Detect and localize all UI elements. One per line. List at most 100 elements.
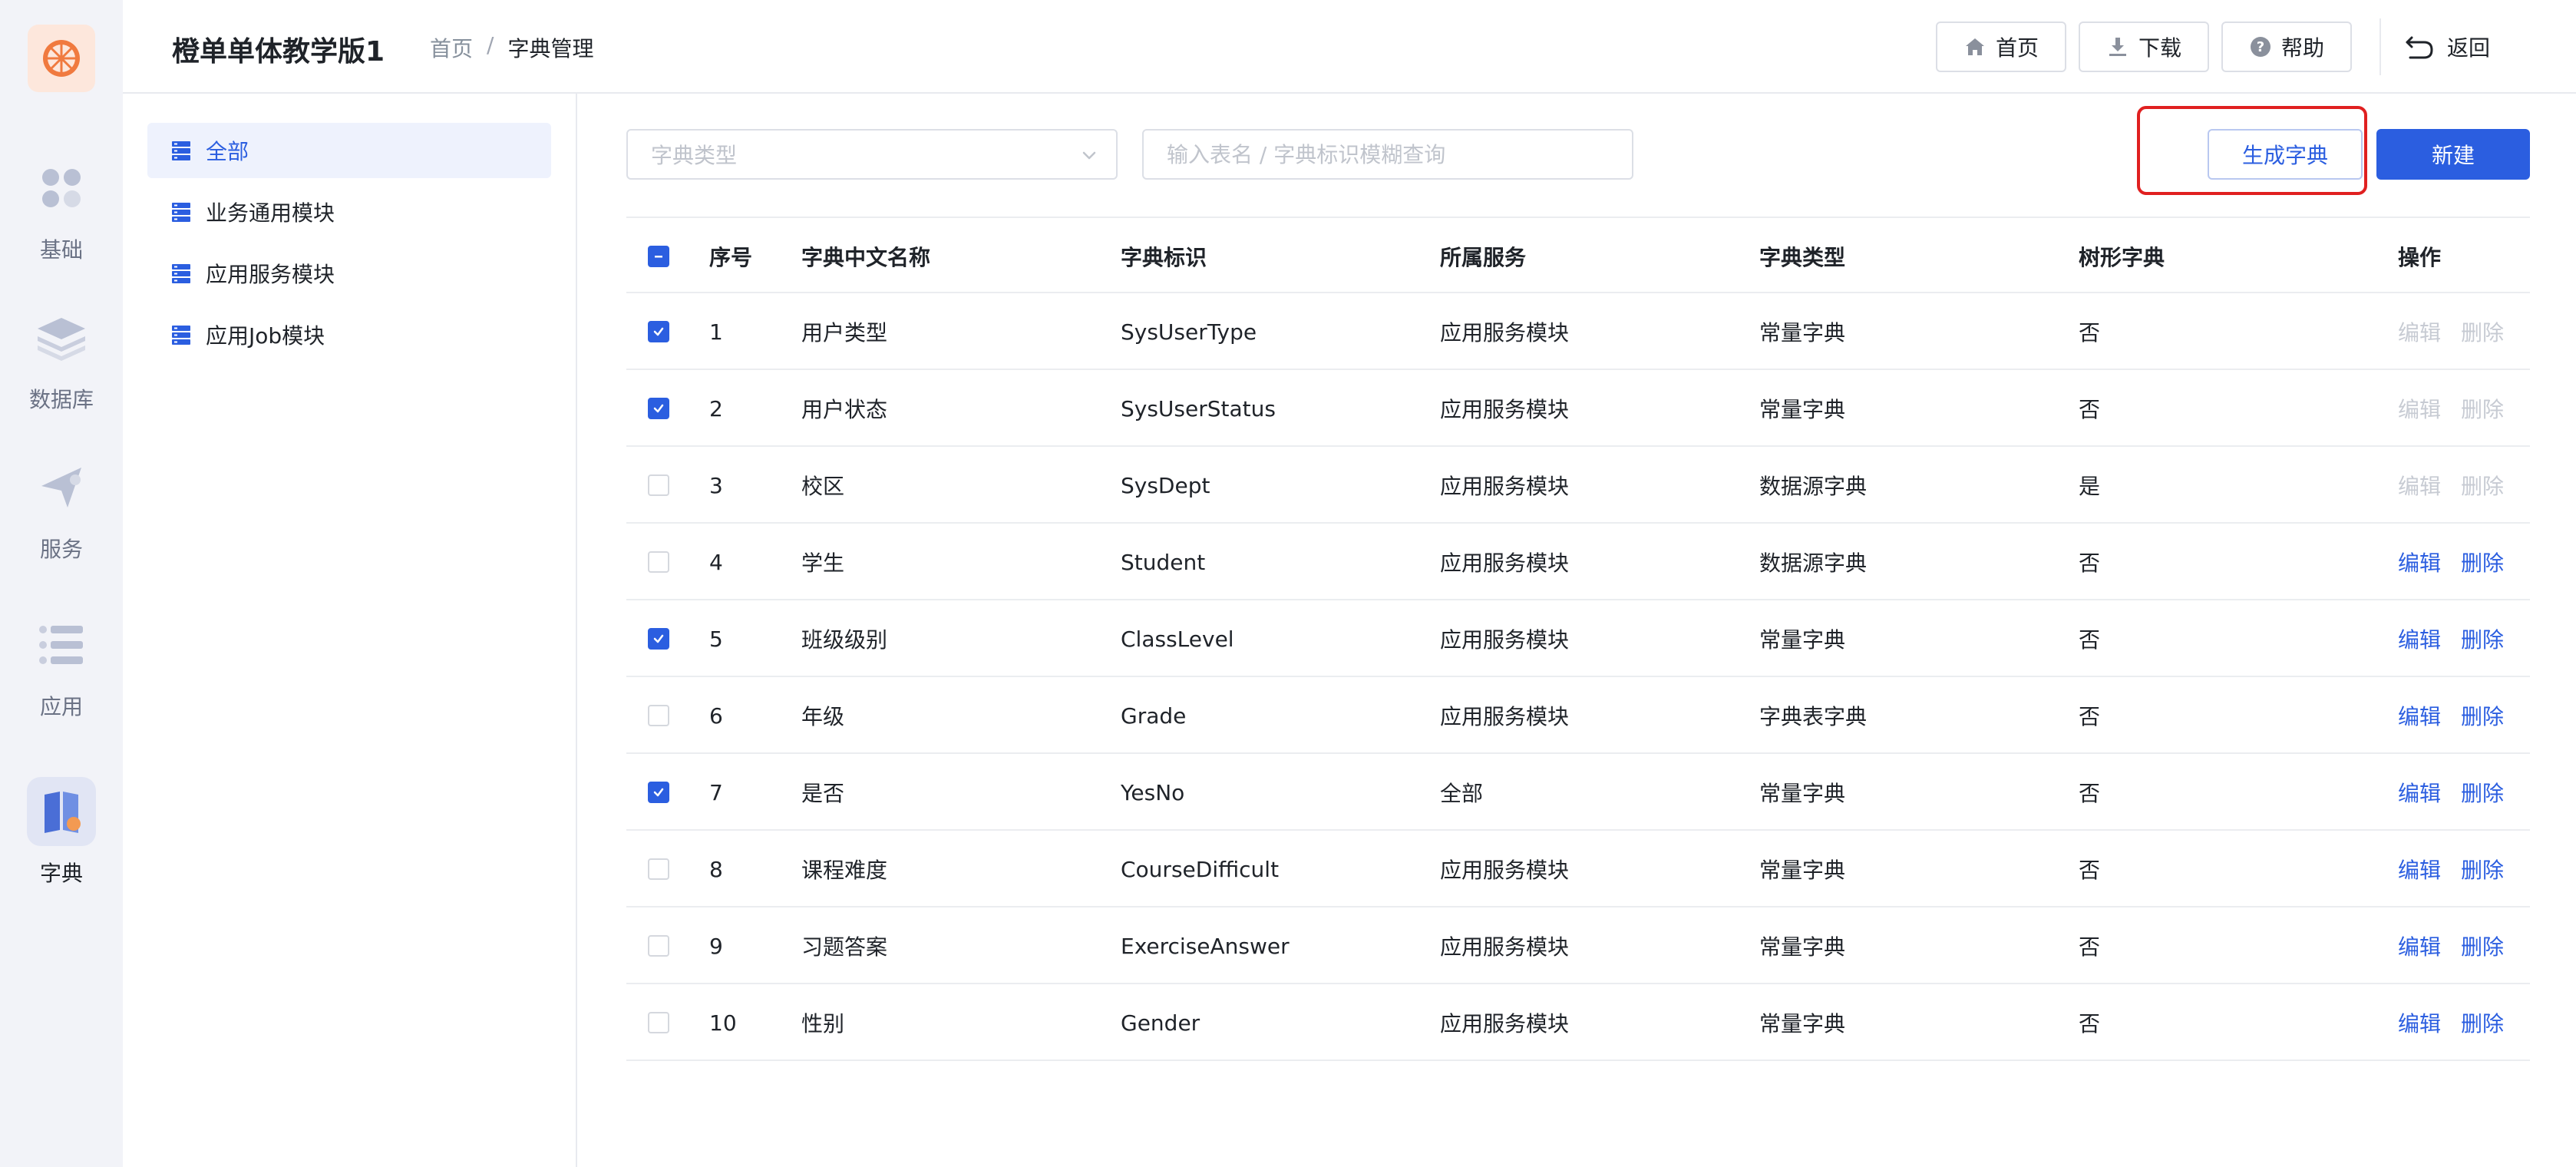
- row-checkbox[interactable]: [648, 935, 669, 957]
- table-row: 10 性别 Gender 应用服务模块 常量字典 否 编辑 删除: [626, 984, 2530, 1061]
- delete-link[interactable]: 删除: [2461, 470, 2504, 501]
- category-label: 应用服务模块: [206, 262, 335, 287]
- edit-link[interactable]: 编辑: [2398, 777, 2441, 808]
- row-checkbox[interactable]: [648, 474, 669, 496]
- download-button[interactable]: 下载: [2079, 21, 2209, 72]
- download-icon: [2109, 38, 2126, 56]
- category-label: 业务通用模块: [206, 200, 335, 226]
- app-logo[interactable]: [28, 25, 95, 92]
- create-button[interactable]: 新建: [2376, 129, 2530, 180]
- table-row: 7 是否 YesNo 全部 常量字典 否 编辑 删除: [626, 754, 2530, 831]
- rail-label: 服务: [39, 537, 83, 562]
- row-actions: 编辑 删除: [2398, 293, 2504, 370]
- delete-link[interactable]: 删除: [2461, 623, 2504, 654]
- rail-item-dictionary[interactable]: 字典: [0, 777, 123, 892]
- cell-service: 应用服务模块: [1440, 627, 1570, 653]
- rail-item-database[interactable]: 数据库: [0, 303, 123, 418]
- delete-link[interactable]: 删除: [2461, 777, 2504, 808]
- row-checkbox[interactable]: [648, 782, 669, 803]
- cell-service: 应用服务模块: [1440, 474, 1570, 499]
- checkmark-icon: [653, 327, 664, 336]
- edit-link[interactable]: 编辑: [2398, 623, 2441, 654]
- back-arrow-icon: [2406, 36, 2433, 59]
- checkmark-icon: [653, 404, 664, 413]
- home-button[interactable]: 首页: [1936, 21, 2066, 72]
- edit-link[interactable]: 编辑: [2398, 316, 2441, 347]
- delete-link[interactable]: 删除: [2461, 316, 2504, 347]
- col-header-type: 字典类型: [1759, 245, 1846, 270]
- col-header-name: 字典中文名称: [801, 245, 931, 270]
- delete-link[interactable]: 删除: [2461, 547, 2504, 577]
- back-button[interactable]: 返回: [2404, 26, 2490, 68]
- table-row: 4 学生 Student 应用服务模块 数据源字典 否 编辑 删除: [626, 524, 2530, 600]
- category-all[interactable]: 全部: [147, 123, 551, 178]
- home-icon: [1965, 38, 1984, 55]
- row-checkbox[interactable]: [648, 705, 669, 726]
- rail-item-application[interactable]: 应用: [0, 610, 123, 726]
- delete-link[interactable]: 删除: [2461, 854, 2504, 884]
- cell-service: 应用服务模块: [1440, 1011, 1570, 1036]
- help-button[interactable]: ? 帮助: [2221, 21, 2352, 72]
- row-checkbox[interactable]: [648, 628, 669, 650]
- dict-type-select[interactable]: 字典类型: [626, 129, 1118, 180]
- cell-type: 数据源字典: [1759, 550, 1868, 576]
- category-icon: [172, 203, 190, 222]
- edit-link[interactable]: 编辑: [2398, 547, 2441, 577]
- row-checkbox[interactable]: [648, 551, 669, 573]
- generate-dict-button[interactable]: 生成字典: [2208, 129, 2363, 180]
- cell-type: 字典表字典: [1759, 704, 1868, 729]
- rail-item-basic[interactable]: 基础: [0, 154, 123, 269]
- header-divider: [2379, 18, 2381, 75]
- edit-link[interactable]: 编辑: [2398, 1007, 2441, 1038]
- row-checkbox[interactable]: [648, 398, 669, 419]
- rail-label: 字典: [39, 861, 83, 886]
- orange-slice-icon: [43, 40, 80, 77]
- breadcrumb-current: 字典管理: [507, 36, 594, 61]
- cell-no: 1: [709, 319, 723, 345]
- table-row: 2 用户状态 SysUserStatus 应用服务模块 常量字典 否 编辑 删除: [626, 370, 2530, 447]
- category-app-job[interactable]: 应用Job模块: [147, 307, 551, 362]
- app-root: 基础 数据库 服务 应用 字典 橙单单体教学版1 首页 / 字典管理 首页 下载…: [0, 0, 2576, 1167]
- cell-tree: 否: [2079, 627, 2101, 653]
- breadcrumb-home-link[interactable]: 首页: [430, 32, 473, 63]
- row-actions: 编辑 删除: [2398, 754, 2504, 831]
- help-button-label: 帮助: [2280, 35, 2324, 61]
- cell-code: YesNo: [1121, 779, 1185, 805]
- send-icon: [27, 453, 96, 522]
- select-all-checkbox[interactable]: [648, 246, 669, 267]
- rail-item-service[interactable]: 服务: [0, 453, 123, 568]
- category-app-service[interactable]: 应用服务模块: [147, 246, 551, 301]
- edit-link[interactable]: 编辑: [2398, 700, 2441, 731]
- cell-code: SysDept: [1121, 472, 1210, 498]
- category-label: 应用Job模块: [206, 323, 325, 349]
- edit-link[interactable]: 编辑: [2398, 470, 2441, 501]
- cell-code: ClassLevel: [1121, 626, 1234, 652]
- cell-no: 7: [709, 779, 723, 805]
- row-checkbox[interactable]: [648, 321, 669, 342]
- delete-link[interactable]: 删除: [2461, 1007, 2504, 1038]
- cell-name: 用户状态: [801, 397, 888, 422]
- category-business-common[interactable]: 业务通用模块: [147, 184, 551, 240]
- checkmark-icon: [653, 634, 664, 643]
- edit-link[interactable]: 编辑: [2398, 854, 2441, 884]
- cell-code: SysUserStatus: [1121, 395, 1276, 422]
- delete-link[interactable]: 删除: [2461, 931, 2504, 961]
- table-row: 5 班级级别 ClassLevel 应用服务模块 常量字典 否 编辑 删除: [626, 600, 2530, 677]
- cell-tree: 否: [2079, 397, 2101, 422]
- table-body: 1 用户类型 SysUserType 应用服务模块 常量字典否编辑 删除 2 用户状态 SysU…: [626, 293, 2530, 1061]
- cell-code: Grade: [1121, 703, 1187, 729]
- cell-tree: 否: [2079, 858, 2101, 883]
- edit-link[interactable]: 编辑: [2398, 393, 2441, 424]
- edit-link[interactable]: 编辑: [2398, 931, 2441, 961]
- delete-link[interactable]: 删除: [2461, 393, 2504, 424]
- cell-no: 9: [709, 933, 723, 959]
- col-header-actions: 操作: [2398, 245, 2442, 270]
- home-button-label: 首页: [1995, 35, 2039, 61]
- delete-link[interactable]: 删除: [2461, 700, 2504, 731]
- category-icon: [172, 264, 190, 283]
- cell-no: 4: [709, 549, 723, 575]
- row-checkbox[interactable]: [648, 858, 669, 880]
- table-row: 3 校区 SysDept 应用服务模块 数据源字典 是 编辑 删除: [626, 447, 2530, 524]
- search-input[interactable]: [1142, 129, 1633, 180]
- row-checkbox[interactable]: [648, 1012, 669, 1033]
